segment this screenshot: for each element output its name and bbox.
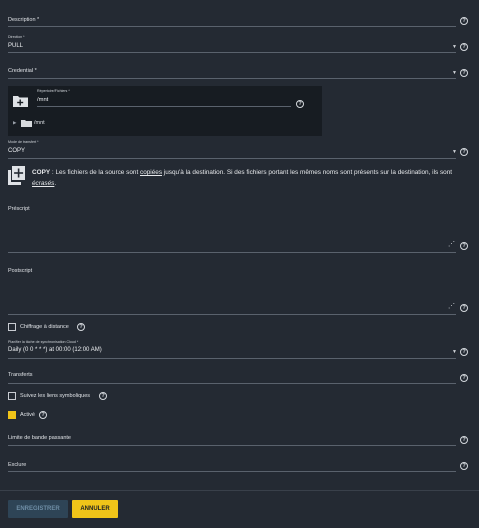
prescript-help-icon[interactable]: ?: [460, 242, 468, 250]
transfer-mode-caret-icon[interactable]: ▼: [452, 149, 457, 155]
footer-divider: [0, 490, 479, 491]
schedule-caret-icon[interactable]: ▼: [452, 349, 457, 355]
follow-symlinks-checkbox[interactable]: [8, 392, 16, 400]
description-help-icon[interactable]: ?: [460, 17, 468, 25]
credential-caret-icon[interactable]: ▼: [452, 70, 457, 76]
credential-label: Credential *: [8, 68, 37, 74]
explorer-path-label: Répertoire/Fichiers *: [37, 89, 70, 93]
exclude-help-icon[interactable]: ?: [460, 462, 468, 470]
follow-symlinks-help-icon[interactable]: ?: [99, 392, 107, 400]
transfers-label: Transferts: [8, 372, 33, 378]
credential-help-icon[interactable]: ?: [460, 69, 468, 77]
follow-symlinks-label: Suivez les liens symboliques: [20, 393, 91, 399]
postscript-textarea[interactable]: [8, 314, 456, 315]
schedule-help-icon[interactable]: ?: [460, 348, 468, 356]
transfers-help-icon[interactable]: ?: [460, 374, 468, 382]
direction-select[interactable]: [8, 52, 456, 53]
copy-info-part3: .: [54, 180, 57, 187]
transfer-mode-value[interactable]: COPY: [8, 148, 25, 154]
schedule-value[interactable]: Daily (0 0 * * *) at 00:00 (12:00 AM): [8, 347, 102, 353]
exclude-input[interactable]: [8, 471, 456, 472]
direction-value[interactable]: PULL: [8, 43, 23, 49]
schedule-select[interactable]: [8, 358, 456, 359]
postscript-label: Postscript: [8, 268, 33, 274]
file-explorer: Répertoire/Fichiers * /mnt ? ▶ /mnt: [8, 86, 322, 136]
direction-caret-icon[interactable]: ▼: [452, 44, 457, 50]
enabled-label: Activé: [20, 412, 35, 418]
copy-info-part1: : Les fichiers de la source sont: [50, 169, 140, 176]
direction-help-icon[interactable]: ?: [460, 43, 468, 51]
copy-info-text: COPY : Les fichiers de la source sont co…: [32, 167, 472, 189]
postscript-resize-icon[interactable]: ⋰: [448, 302, 455, 310]
remote-encryption-help-icon[interactable]: ?: [77, 323, 85, 331]
remote-encryption-checkbox[interactable]: [8, 323, 16, 331]
description-input[interactable]: [8, 26, 456, 27]
copy-info-part2: jusqu'à la destination. Si des fichiers …: [162, 169, 453, 176]
folder-add-icon[interactable]: [13, 94, 28, 107]
copy-info-copied: copiées: [140, 169, 163, 176]
credential-select[interactable]: [8, 78, 456, 79]
copy-info-title: COPY: [32, 169, 51, 176]
copy-info-overwritten: écrasés: [32, 180, 55, 187]
save-button[interactable]: ENREGISTRER: [8, 500, 68, 518]
bandwidth-input[interactable]: [8, 445, 456, 446]
enabled-help-icon[interactable]: ?: [39, 411, 47, 419]
prescript-resize-icon[interactable]: ⋰: [448, 240, 455, 248]
folder-icon: [21, 120, 32, 127]
remote-encryption-label: Chiffrage à distance: [20, 324, 69, 330]
prescript-textarea[interactable]: [8, 252, 456, 253]
transfer-mode-select[interactable]: [8, 158, 456, 159]
bandwidth-help-icon[interactable]: ?: [460, 436, 468, 444]
description-label: Description *: [8, 17, 40, 23]
postscript-help-icon[interactable]: ?: [460, 304, 468, 312]
tree-item-mnt[interactable]: /mnt: [34, 120, 45, 126]
direction-label: Direction *: [8, 35, 25, 39]
enabled-checkbox[interactable]: [8, 411, 16, 419]
transfer-mode-label: Mode de transfert *: [8, 140, 39, 144]
explorer-path-value[interactable]: /mnt: [37, 97, 48, 103]
prescript-label: Préscript: [8, 206, 30, 212]
transfer-mode-help-icon[interactable]: ?: [460, 148, 468, 156]
explorer-help-icon[interactable]: ?: [296, 100, 304, 108]
transfers-input[interactable]: [8, 383, 456, 384]
tree-expand-icon[interactable]: ▶: [13, 120, 16, 126]
bandwidth-label: Limite de bande passante: [8, 435, 71, 441]
exclude-label: Exclure: [8, 462, 27, 468]
copy-info-icon: [8, 166, 25, 185]
cancel-button[interactable]: ANNULER: [72, 500, 118, 518]
schedule-label: Planifier la tâche de synchronisation Cl…: [8, 340, 79, 344]
explorer-path-input[interactable]: [37, 106, 291, 107]
